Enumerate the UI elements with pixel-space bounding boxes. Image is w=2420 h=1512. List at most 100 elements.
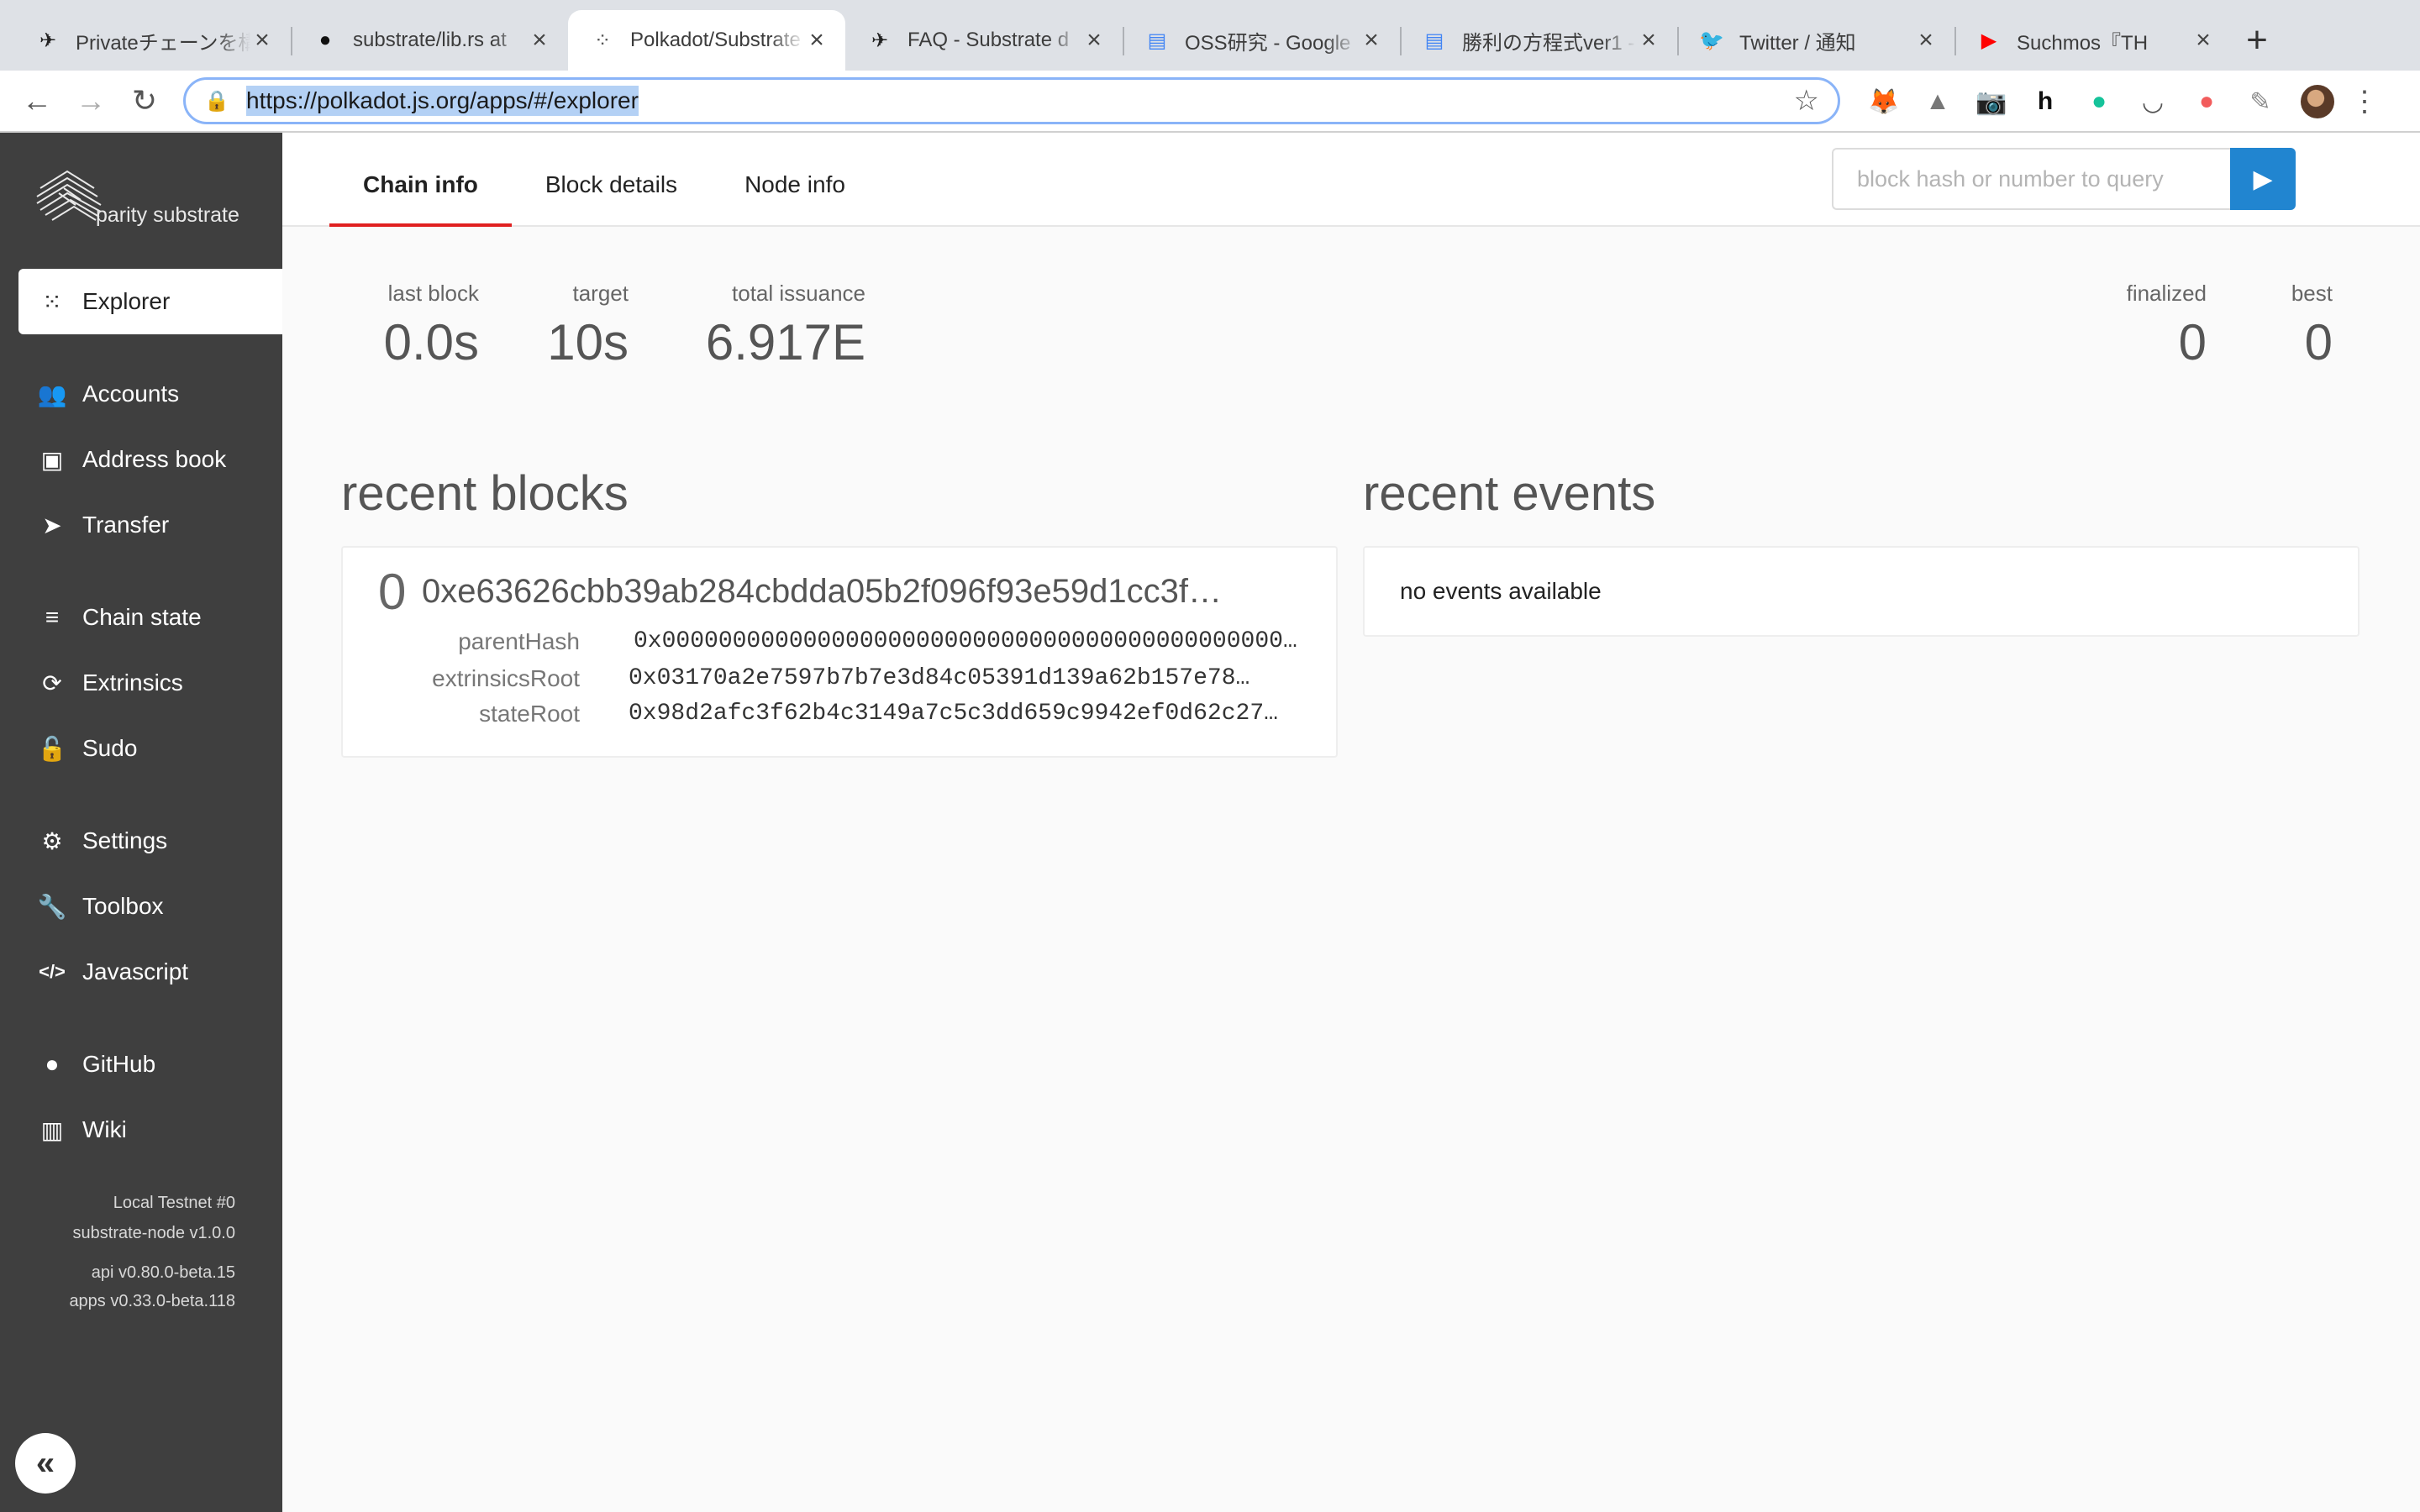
reload-button[interactable]: ↻ [118,74,171,128]
youtube-icon: ▶ [1981,29,1997,52]
metamask-icon[interactable]: 🦊 [1857,81,1911,123]
close-icon[interactable]: × [2191,26,2215,55]
block-hash[interactable]: 0xe63626cbb39ab284cbdda05b2f096f93e59d1c… [422,573,1329,611]
sidebar-item-label: Chain state [82,604,202,630]
sidebar-item-explorer[interactable]: ⁙ Explorer [18,269,282,334]
send-icon: ➤ [42,512,62,538]
parent-hash-label: parentHash [458,628,580,654]
query-submit-button[interactable]: ▶ [2230,148,2296,210]
camera-icon[interactable]: 📷 [1965,81,2018,123]
github-icon: ● [318,29,332,51]
state-root-value: 0x98d2afc3f62b4c3149a7c5c3dd659c9942ef0d… [629,701,1278,727]
browser-tab-title: FAQ - Substrate d [908,29,1070,51]
parity-substrate-logo[interactable]: parity substrate [34,163,252,239]
twitter-icon: 🐦 [1699,29,1724,52]
lock-icon: 🔒 [204,89,229,113]
browser-tab-title: 勝利の方程式ver1 - [1462,31,1635,55]
bookmark-star-icon[interactable]: ☆ [1794,84,1819,118]
browser-tab[interactable]: ▤ OSS研究 - Google × [1123,10,1400,71]
sidebar-item-toolbox[interactable]: 🔧 Toolbox [18,874,282,939]
logo-text: parity substrate [96,203,239,227]
no-events-message: no events available [1400,578,1602,604]
block-query-input[interactable] [1832,148,2230,210]
sidebar-item-label: Wiki [82,1116,127,1142]
chain-name: Local Testnet #0 [113,1194,235,1212]
tab-node-info[interactable]: Node info [711,163,879,227]
stat-finalized: finalized 0 [2107,281,2207,371]
reload-icon: ↻ [131,83,158,118]
github-icon: ● [45,1051,60,1077]
address-book-icon: ▣ [40,446,64,473]
sidebar-item-github[interactable]: ● GitHub [18,1032,282,1097]
close-icon[interactable]: × [1360,26,1383,55]
sidebar-item-label: Javascript [82,958,189,984]
sidebar-item-sudo[interactable]: 🔓 Sudo [18,716,282,781]
sidebar-item-settings[interactable]: ⚙ Settings [18,808,282,874]
browser-tab[interactable]: ▶ Suchmos『TH × [1954,10,2232,71]
sidebar-item-chain-state[interactable]: ≡ Chain state [18,585,282,650]
sidebar-item-address-book[interactable]: ▣ Address book [18,427,282,492]
browser-tab[interactable]: 🐦 Twitter / 通知 × [1677,10,1954,71]
browser-tab[interactable]: ● substrate/lib.rs at × [291,10,568,71]
browser-tab-title: Twitter / 通知 [1739,31,1856,55]
stat-best: best 0 [2254,281,2333,371]
notes-icon[interactable]: ✎ [2233,81,2287,123]
browser-tab[interactable]: ✈ FAQ - Substrate d × [845,10,1123,71]
close-icon[interactable]: × [250,26,274,55]
new-tab-button[interactable]: + [2232,10,2282,71]
sidebar-item-label: Address book [82,446,227,472]
database-icon: ≡ [45,604,60,630]
back-button[interactable]: ← [10,74,64,128]
hatena-icon[interactable]: h [2018,81,2072,123]
sidebar-item-label: Settings [82,827,168,853]
browser-tab-active[interactable]: ⁘ Polkadot/Substrate × [568,10,845,71]
record-icon[interactable]: ● [2180,81,2233,123]
tab-chain-info[interactable]: Chain info [329,163,512,227]
polkadot-icon: ⁘ [593,29,612,52]
close-icon[interactable]: × [1637,26,1660,55]
tab-block-details[interactable]: Block details [512,163,711,227]
browser-tab[interactable]: ✈ Privateチェーンを構 × [13,10,291,71]
profile-avatar[interactable] [2301,85,2334,118]
extrinsics-root-value: 0x03170a2e7597b7b7e3d84c05391d139a62b157… [629,665,1250,691]
stat-label: best [2291,281,2333,306]
sidebar-item-label: Sudo [82,735,138,761]
stat-label: last block [387,281,479,306]
parent-hash-value: 0x00000000000000000000000000000000000000… [634,628,1297,654]
url-text[interactable]: https://polkadot.js.org/apps/#/explorer [246,86,639,116]
sidebar-item-wiki[interactable]: ▥ Wiki [18,1097,282,1163]
collapse-sidebar-button[interactable]: « [15,1433,76,1494]
explorer-header: Chain info Block details Node info ▶ [282,133,2420,227]
node-version: substrate-node v1.0.0 [72,1224,235,1242]
browser-menu-icon[interactable]: ⋮ [2344,85,2385,118]
sidebar-item-extrinsics[interactable]: ⟳ Extrinsics [18,650,282,716]
google-drive-icon[interactable]: ▲ [1911,81,1965,123]
address-bar[interactable]: 🔒 https://polkadot.js.org/apps/#/explore… [183,77,1840,124]
sidebar: parity substrate ⁙ Explorer 👥 Accounts ▣… [0,133,282,1512]
browser-tab-title: Polkadot/Substrate [630,29,801,51]
close-icon[interactable]: × [1914,26,1938,55]
close-icon[interactable]: × [1082,26,1106,55]
swallow-icon: ✈ [871,29,889,52]
browser-tab[interactable]: ▤ 勝利の方程式ver1 - × [1400,10,1677,71]
code-icon: </> [39,961,66,982]
unlock-icon: 🔓 [37,735,67,762]
sidebar-item-javascript[interactable]: </> Javascript [18,939,282,1005]
stat-label: target [572,281,629,306]
gears-icon: ⚙ [41,827,63,854]
close-icon[interactable]: × [805,26,829,55]
sidebar-item-label: Extrinsics [82,669,183,696]
sidebar-item-accounts[interactable]: 👥 Accounts [18,361,282,427]
sidebar-item-transfer[interactable]: ➤ Transfer [18,492,282,558]
stat-total-issuance: total issuance 6.917E [677,281,865,371]
close-icon[interactable]: × [528,26,551,55]
pocket-icon[interactable]: ◡ [2126,81,2180,123]
stat-value: 10s [547,314,629,370]
extensions-area: 🦊 ▲ 📷 h ● ◡ ● ✎ ⋮ [1857,81,2385,123]
grammarly-icon[interactable]: ● [2072,81,2126,123]
stat-value: 0 [2304,314,2333,370]
block-number[interactable]: 0 [378,563,406,621]
stat-label: total issuance [732,281,865,306]
forward-button[interactable]: → [64,74,118,128]
sync-icon: ⟳ [42,669,62,696]
